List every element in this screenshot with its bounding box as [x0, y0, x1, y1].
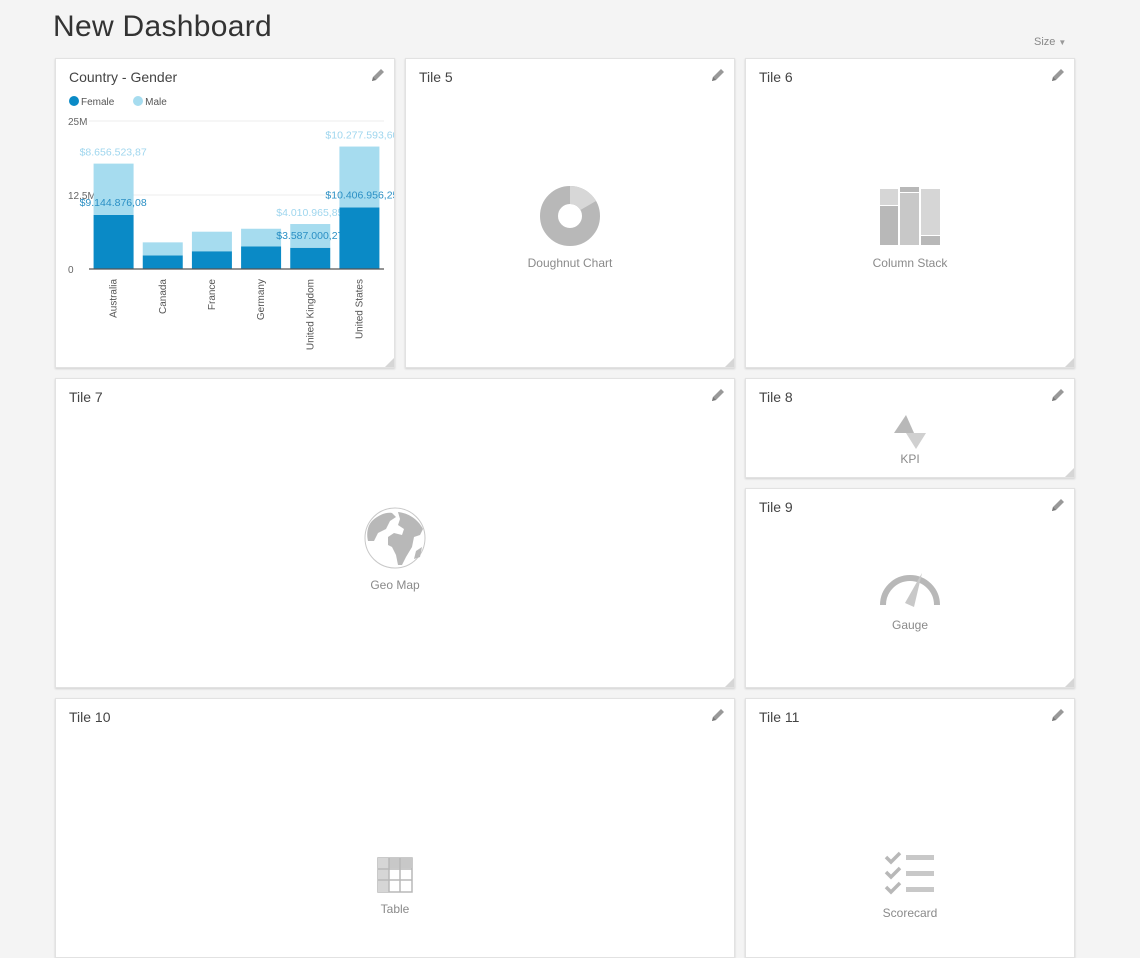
tile-placeholder: Geo Map: [56, 507, 734, 592]
tile-placeholder: Column Stack: [746, 187, 1074, 270]
chevron-down-icon: ▼: [1058, 38, 1067, 47]
bar-female: [142, 255, 183, 269]
placeholder-label: Doughnut Chart: [527, 256, 613, 270]
pencil-icon[interactable]: [710, 707, 726, 723]
tile-country-gender[interactable]: Country - Gender Female Male 0 12,5M 25M Au…: [55, 58, 395, 368]
x-tick-label: Canada: [158, 279, 169, 314]
tile-11[interactable]: Tile 11 Scorecard: [745, 698, 1075, 958]
resize-handle[interactable]: [385, 358, 394, 367]
x-tick-label: Australia: [109, 279, 120, 318]
bar-male: [241, 228, 282, 247]
globe-icon: [364, 507, 426, 569]
data-label-male: $10.277.593,60: [325, 130, 394, 142]
tile-title: Tile 7: [69, 389, 103, 405]
tile-placeholder: KPI: [746, 413, 1074, 466]
x-tick-label: United Kingdom: [305, 279, 316, 350]
pencil-icon[interactable]: [710, 67, 726, 83]
tile-title: Tile 10: [69, 709, 111, 725]
tile-title: Tile 5: [419, 69, 453, 85]
tile-placeholder: Gauge: [746, 569, 1074, 632]
size-dropdown-label: Size: [1034, 36, 1056, 48]
page-title: New Dashboard: [53, 10, 273, 43]
resize-handle[interactable]: [725, 678, 734, 687]
resize-handle[interactable]: [1065, 358, 1074, 367]
scorecard-icon: [884, 851, 934, 895]
tile-8[interactable]: Tile 8 KPI: [745, 378, 1075, 478]
size-dropdown[interactable]: Size ▼: [1034, 36, 1066, 48]
placeholder-label: Table: [380, 902, 410, 916]
bar-female: [241, 246, 282, 269]
placeholder-label: Column Stack: [872, 256, 948, 270]
data-label-female: $3.587.000,27: [276, 230, 343, 242]
resize-handle[interactable]: [1065, 468, 1074, 477]
tile-placeholder: Table: [56, 857, 734, 916]
bar-male: [142, 242, 183, 256]
data-label-female: $9.144.876,08: [80, 197, 147, 209]
tile-10[interactable]: Tile 10 Table: [55, 698, 735, 958]
pencil-icon[interactable]: [1050, 497, 1066, 513]
column-stack-icon: [880, 187, 940, 245]
placeholder-label: Scorecard: [882, 906, 938, 920]
y-tick-label: 25M: [68, 117, 87, 128]
table-icon: [377, 857, 413, 893]
tile-6[interactable]: Tile 6 Column Stack: [745, 58, 1075, 368]
y-tick-label: 0: [68, 265, 74, 276]
gauge-icon: [880, 573, 940, 607]
pencil-icon[interactable]: [710, 387, 726, 403]
tile-title: Tile 8: [759, 389, 793, 405]
pencil-icon[interactable]: [1050, 67, 1066, 83]
resize-handle[interactable]: [1065, 678, 1074, 687]
tile-5[interactable]: Tile 5 Doughnut Chart: [405, 58, 735, 368]
placeholder-label: KPI: [900, 452, 920, 466]
data-label-male: $8.656.523,87: [80, 147, 147, 159]
tile-placeholder: Doughnut Chart: [406, 185, 734, 270]
placeholder-label: Gauge: [891, 618, 929, 632]
bar-female: [339, 207, 380, 269]
stacked-bar-chart: 012,5M25MAustralia$8.656.523,87$9.144.87…: [68, 117, 394, 350]
bar-female: [191, 251, 232, 269]
tile-title: Tile 11: [759, 709, 800, 725]
bar-female: [290, 247, 331, 269]
kpi-icon: [894, 415, 926, 449]
tile-title: Tile 9: [759, 499, 793, 515]
x-tick-label: France: [207, 279, 218, 311]
resize-handle[interactable]: [725, 358, 734, 367]
placeholder-label: Geo Map: [370, 578, 420, 592]
tile-title: Tile 6: [759, 69, 793, 85]
bar-male: [191, 231, 232, 252]
x-tick-label: United States: [354, 279, 365, 339]
data-label-male: $4.010.965,85: [276, 207, 343, 219]
data-label-female: $10.406.956,25: [325, 189, 394, 201]
pencil-icon[interactable]: [1050, 707, 1066, 723]
pencil-icon[interactable]: [1050, 387, 1066, 403]
tile-9[interactable]: Tile 9 Gauge: [745, 488, 1075, 688]
tile-7[interactable]: Tile 7 Geo Map: [55, 378, 735, 688]
x-tick-label: Germany: [256, 279, 267, 320]
tile-placeholder: Scorecard: [746, 851, 1074, 920]
bar-female: [93, 214, 134, 269]
doughnut-chart-icon: [540, 185, 600, 246]
